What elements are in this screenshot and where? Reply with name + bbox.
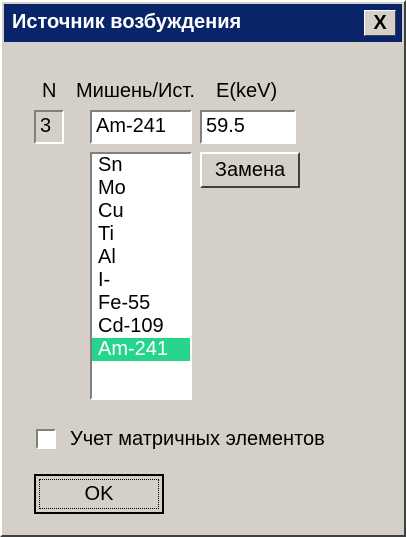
source-list-item[interactable]: Sn bbox=[92, 154, 190, 177]
n-column-label: N bbox=[42, 80, 57, 102]
energy-column-label: E(keV) bbox=[216, 80, 278, 102]
target-input[interactable]: Am-241 bbox=[90, 110, 192, 144]
source-list: Sn Mo Cu Ti Al I- Fe-55 Cd-109 Am-241 bbox=[92, 154, 190, 361]
window-title: Источник возбуждения bbox=[12, 11, 242, 33]
source-list-item[interactable]: Al bbox=[92, 246, 190, 269]
target-column-label: Мишень/Ист. bbox=[76, 80, 195, 102]
source-list-item[interactable]: Fe-55 bbox=[92, 292, 190, 315]
focus-rectangle bbox=[39, 479, 159, 509]
replace-button[interactable]: Замена bbox=[200, 152, 300, 188]
source-list-item[interactable]: Cd-109 bbox=[92, 315, 190, 338]
matrix-elements-label[interactable]: Учет матричных элементов bbox=[70, 428, 325, 451]
energy-input[interactable]: 59.5 bbox=[200, 110, 296, 144]
source-list-item[interactable]: Am-241 bbox=[92, 338, 190, 361]
source-list-item[interactable]: Mo bbox=[92, 177, 190, 200]
source-list-item[interactable]: Cu bbox=[92, 200, 190, 223]
ok-button[interactable]: OK bbox=[34, 474, 164, 514]
source-listbox[interactable]: Sn Mo Cu Ti Al I- Fe-55 Cd-109 Am-241 bbox=[90, 152, 192, 400]
n-field: 3 bbox=[34, 110, 64, 144]
title-bar[interactable]: Источник возбуждения X bbox=[4, 4, 402, 42]
source-list-item[interactable]: Ti bbox=[92, 223, 190, 246]
source-list-item[interactable]: I- bbox=[92, 269, 190, 292]
close-icon: X bbox=[373, 12, 387, 34]
matrix-elements-checkbox[interactable] bbox=[36, 429, 56, 449]
close-button[interactable]: X bbox=[364, 10, 396, 36]
dialog-window: Источник возбуждения X bbox=[0, 0, 406, 537]
